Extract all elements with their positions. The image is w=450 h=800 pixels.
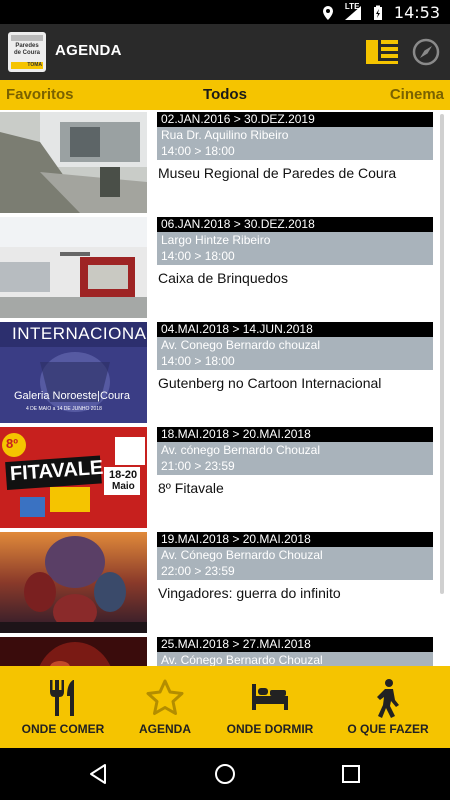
event-list[interactable]: 02.JAN.2016 > 30.DEZ.2019 Rua Dr. Aquili… <box>0 110 450 666</box>
event-hours: 21:00 > 23:59 <box>161 459 235 473</box>
event-thumbnail: INTERNACIONAL Galeria Noroeste|Coura 4 D… <box>0 322 147 423</box>
event-details: Av. Cónego Bernardo Chouzal 22:00 > 23:5… <box>157 547 433 580</box>
home-icon[interactable] <box>213 762 237 786</box>
signal-icon: LTE <box>344 2 362 21</box>
back-icon[interactable] <box>86 762 110 786</box>
event-date: 18.MAI.2018 > 20.MAI.2018 <box>157 427 433 442</box>
thumb-badge: 8º <box>6 436 18 451</box>
event-date: 02.JAN.2016 > 30.DEZ.2019 <box>157 112 433 127</box>
event-hours: 22:00 > 23:59 <box>161 564 235 578</box>
fork-knife-icon <box>50 680 74 716</box>
app-bar: Paredes de Coura TOMA AGENDA <box>0 24 450 80</box>
battery-charging-icon <box>373 5 382 20</box>
thumb-title: INTERNACIONAL <box>12 324 147 343</box>
thumb-gallery: Galeria Noroeste|Coura <box>14 390 130 402</box>
event-thumbnail <box>0 637 147 666</box>
event-details: Av. Cónego Bernardo Chouzal <box>157 652 433 666</box>
event-hours: 14:00 > 18:00 <box>161 249 235 263</box>
nav-o-que-fazer[interactable]: O QUE FAZER <box>332 666 444 748</box>
event-address: Largo Hintze Ribeiro <box>161 233 271 247</box>
clock: 14:53 <box>393 3 440 22</box>
tab-cinema[interactable]: Cinema <box>390 86 444 103</box>
event-thumbnail: 8º FITAVALE 18-20 Maio <box>0 427 147 528</box>
status-bar: LTE 14:53 <box>0 0 450 24</box>
event-date: 19.MAI.2018 > 20.MAI.2018 <box>157 532 433 547</box>
event-name: Museu Regional de Paredes de Coura <box>158 165 397 181</box>
system-nav-bar <box>0 748 450 800</box>
event-address: Av. Cónego Bernardo Chouzal <box>161 548 323 562</box>
compass-icon[interactable] <box>412 38 440 66</box>
event-address: Av. Conego Bernardo chouzal <box>161 338 320 352</box>
event-date: 25.MAI.2018 > 27.MAI.2018 <box>157 637 433 652</box>
list-item[interactable]: 06.JAN.2018 > 30.DEZ.2018 Largo Hintze R… <box>0 215 450 320</box>
event-thumbnail <box>0 112 147 213</box>
event-details: Av. cónego Bernardo Chouzal 21:00 > 23:5… <box>157 442 433 475</box>
nav-label: AGENDA <box>138 722 191 736</box>
bed-icon <box>252 684 288 710</box>
event-address: Rua Dr. Aquilino Ribeiro <box>161 128 289 142</box>
event-name: Gutenberg no Cartoon Internacional <box>158 375 382 391</box>
bottom-nav: ONDE COMER AGENDA ONDE DORMIR O QUE FAZE… <box>0 666 450 748</box>
nav-onde-dormir[interactable]: ONDE DORMIR <box>214 666 326 748</box>
event-date: 06.JAN.2018 > 30.DEZ.2018 <box>157 217 433 232</box>
scrollbar[interactable] <box>440 114 444 594</box>
event-hours: 14:00 > 18:00 <box>161 354 235 368</box>
nav-label: O QUE FAZER <box>347 722 429 736</box>
event-date: 04.MAI.2018 > 14.JUN.2018 <box>157 322 433 337</box>
list-item[interactable]: 8º FITAVALE 18-20 Maio 18.MAI.2018 > 20.… <box>0 425 450 530</box>
thumb-dates: 18-20 <box>109 469 138 481</box>
event-details: Rua Dr. Aquilino Ribeiro 14:00 > 18:00 <box>157 127 433 160</box>
filter-tabs: Favoritos Todos Cinema <box>0 80 450 110</box>
tab-todos[interactable]: Todos <box>203 86 247 103</box>
event-name: Vingadores: guerra do infinito <box>158 585 341 601</box>
hiker-icon <box>377 679 399 718</box>
thumb-month: Maio <box>112 481 135 492</box>
location-icon <box>322 5 333 20</box>
recents-icon[interactable] <box>339 762 363 786</box>
event-details: Av. Conego Bernardo chouzal 14:00 > 18:0… <box>157 337 433 370</box>
list-item[interactable]: 19.MAI.2018 > 20.MAI.2018 Av. Cónego Ber… <box>0 530 450 635</box>
event-name: Caixa de Brinquedos <box>158 270 288 286</box>
event-thumbnail <box>0 217 147 318</box>
list-item[interactable]: 02.JAN.2016 > 30.DEZ.2019 Rua Dr. Aquili… <box>0 110 450 215</box>
event-name: 8º Fitavale <box>158 480 224 496</box>
tab-favoritos[interactable]: Favoritos <box>6 86 74 103</box>
event-thumbnail <box>0 532 147 633</box>
nav-label: ONDE DORMIR <box>226 722 314 736</box>
nav-label: ONDE COMER <box>21 722 105 736</box>
event-hours: 14:00 > 18:00 <box>161 144 235 158</box>
list-item[interactable]: 25.MAI.2018 > 27.MAI.2018 Av. Cónego Ber… <box>0 635 450 666</box>
nav-onde-comer[interactable]: ONDE COMER <box>7 666 119 748</box>
event-address: Av. Cónego Bernardo Chouzal <box>161 653 323 666</box>
list-item[interactable]: INTERNACIONAL Galeria Noroeste|Coura 4 D… <box>0 320 450 425</box>
page-title: AGENDA <box>55 42 122 59</box>
nav-agenda[interactable]: AGENDA <box>109 666 221 748</box>
star-icon <box>146 679 184 715</box>
list-view-icon[interactable] <box>366 38 398 66</box>
thumb-date: 4 DE MAIO a 14 DE JUNHO 2018 <box>26 406 102 412</box>
event-address: Av. cónego Bernardo Chouzal <box>161 443 320 457</box>
app-logo[interactable]: Paredes de Coura TOMA <box>8 32 46 72</box>
event-details: Largo Hintze Ribeiro 14:00 > 18:00 <box>157 232 433 265</box>
